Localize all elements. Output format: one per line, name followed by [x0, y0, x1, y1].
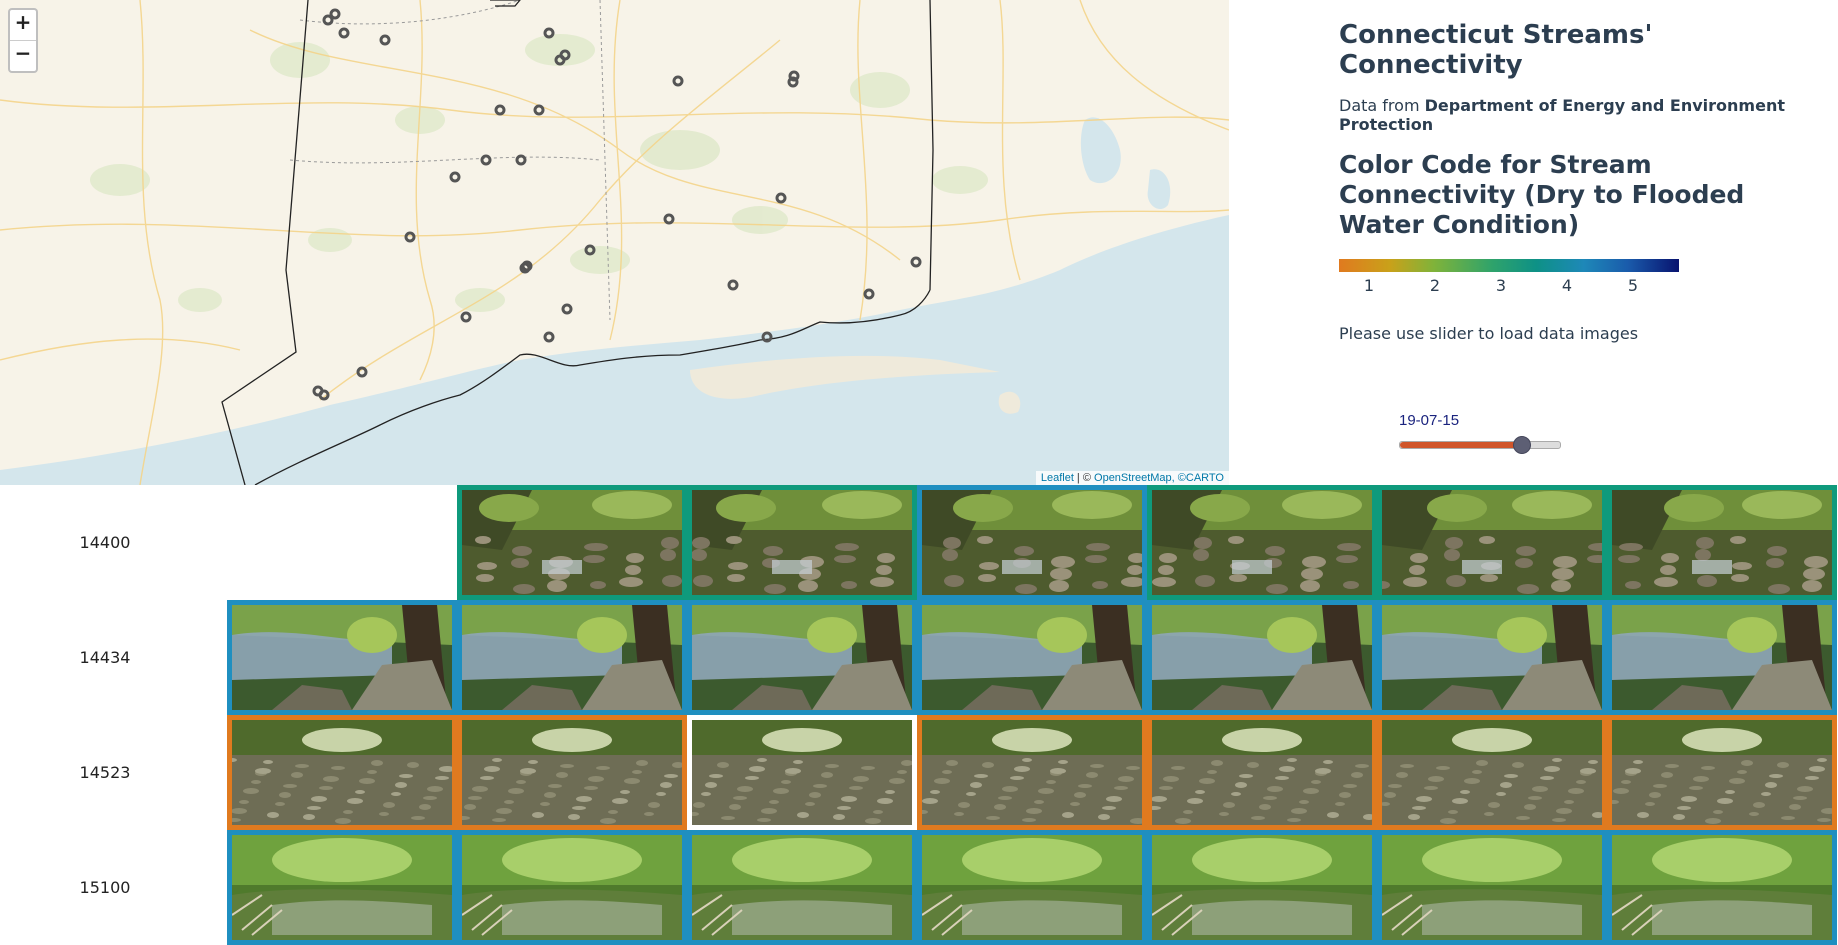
- stream-photo[interactable]: [1607, 830, 1837, 945]
- carto-link[interactable]: , ©CARTO: [1172, 472, 1224, 484]
- data-source-prefix: Data from: [1339, 96, 1425, 115]
- stream-photo[interactable]: [227, 600, 457, 715]
- info-panel: Connecticut Streams' Connectivity Data f…: [1339, 20, 1819, 343]
- scale-tick-4: 4: [1561, 276, 1573, 295]
- stream-photo[interactable]: [1377, 600, 1607, 715]
- stream-photo[interactable]: [457, 830, 687, 945]
- slider-track[interactable]: [1399, 436, 1561, 454]
- basemap: [0, 0, 1229, 485]
- slider-value: 19-07-15: [1399, 412, 1460, 429]
- color-scale-ticks: 1 2 3 4 5: [1339, 276, 1679, 296]
- site-label: 14434: [79, 648, 131, 667]
- stream-photo[interactable]: [457, 600, 687, 715]
- color-scale-bar: [1339, 259, 1679, 272]
- date-slider[interactable]: 19-07-15: [1399, 412, 1561, 454]
- legend-title: Color Code for Stream Connectivity (Dry …: [1339, 150, 1745, 239]
- slider-fill: [1400, 442, 1522, 448]
- stream-photo[interactable]: [687, 600, 917, 715]
- stream-photo[interactable]: [917, 485, 1147, 600]
- stream-photo[interactable]: [687, 715, 917, 830]
- zoom-out-button[interactable]: −: [10, 40, 36, 71]
- stream-photo[interactable]: [687, 830, 917, 945]
- stream-photo[interactable]: [917, 715, 1147, 830]
- stream-photo[interactable]: [1607, 715, 1837, 830]
- data-source: Data from Department of Energy and Envir…: [1339, 96, 1819, 134]
- stream-photo[interactable]: [1147, 830, 1377, 945]
- stream-photo[interactable]: [917, 830, 1147, 945]
- stream-photo[interactable]: [687, 485, 917, 600]
- stream-photo[interactable]: [1607, 485, 1837, 600]
- slider-hint: Please use slider to load data images: [1339, 324, 1639, 343]
- map-panel[interactable]: + − Leaflet | © OpenStreetMap, ©CARTO: [0, 0, 1229, 485]
- zoom-control: + −: [8, 8, 38, 73]
- leaflet-link[interactable]: Leaflet: [1041, 472, 1074, 484]
- map-attribution: Leaflet | © OpenStreetMap, ©CARTO: [1035, 471, 1229, 485]
- osm-link[interactable]: OpenStreetMap: [1094, 472, 1172, 484]
- site-label: 14400: [79, 533, 131, 552]
- scale-tick-2: 2: [1429, 276, 1441, 295]
- stream-photo[interactable]: [1147, 715, 1377, 830]
- stream-photo[interactable]: [227, 830, 457, 945]
- site-label: 14523: [79, 763, 131, 782]
- stream-photo[interactable]: [1607, 600, 1837, 715]
- stream-photo[interactable]: [1147, 600, 1377, 715]
- stream-photo[interactable]: [1377, 715, 1607, 830]
- attribution-separator: | ©: [1073, 472, 1095, 484]
- stream-photo[interactable]: [227, 715, 457, 830]
- page-title: Connecticut Streams' Connectivity: [1339, 20, 1653, 80]
- stream-photo[interactable]: [1377, 485, 1607, 600]
- stream-photo[interactable]: [457, 715, 687, 830]
- stream-photo[interactable]: [917, 600, 1147, 715]
- slider-handle[interactable]: [1512, 436, 1531, 454]
- scale-tick-3: 3: [1495, 276, 1507, 295]
- stream-photo[interactable]: [1377, 830, 1607, 945]
- stream-photo[interactable]: [457, 485, 687, 600]
- zoom-in-button[interactable]: +: [10, 10, 36, 40]
- scale-tick-1: 1: [1363, 276, 1375, 295]
- site-label: 15100: [79, 878, 131, 897]
- scale-tick-5: 5: [1627, 276, 1639, 295]
- stream-photo[interactable]: [1147, 485, 1377, 600]
